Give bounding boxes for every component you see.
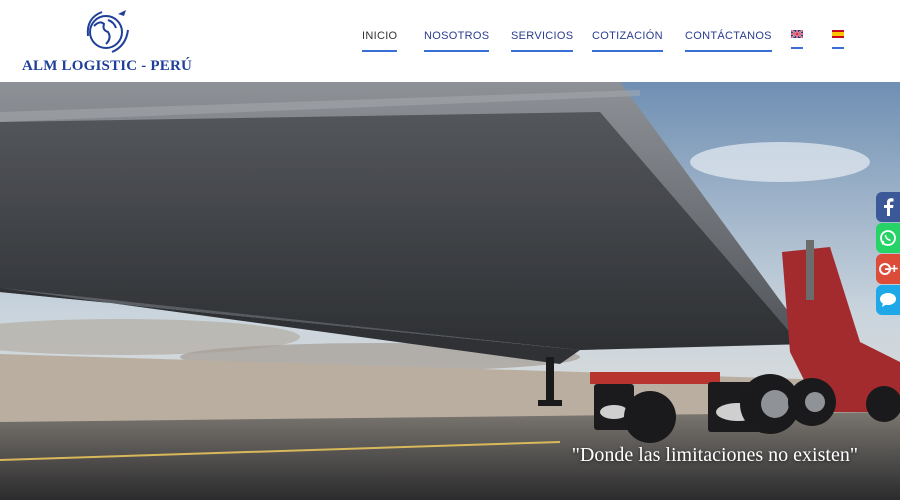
uk-flag-icon: [791, 30, 803, 38]
social-share-bar: [876, 192, 900, 316]
google-plus-icon: [879, 263, 898, 275]
chat-icon: [880, 293, 896, 307]
nav-item-contactanos[interactable]: CONTÁCTANOS: [685, 30, 772, 52]
brand-name: ALM LOGISTIC - PERÚ: [22, 58, 193, 74]
language-english[interactable]: [791, 30, 803, 49]
nav-item-inicio[interactable]: INICIO: [362, 30, 398, 52]
facebook-icon: [884, 198, 894, 216]
language-spanish[interactable]: [832, 30, 844, 49]
nav-item-servicios[interactable]: SERVICIOS: [511, 30, 574, 52]
truck-trailer-image: [0, 82, 900, 500]
facebook-button[interactable]: [876, 192, 900, 222]
nav-item-cotizacion[interactable]: COTIZACIÓN: [592, 30, 663, 52]
whatsapp-button[interactable]: [876, 223, 900, 253]
whatsapp-icon: [880, 230, 896, 246]
hero-banner: "Donde las limitaciones no existen": [0, 82, 900, 500]
google-plus-button[interactable]: [876, 254, 900, 284]
messenger-button[interactable]: [876, 285, 900, 315]
nav-item-nosotros[interactable]: NOSOTROS: [424, 30, 490, 52]
spain-flag-icon: [832, 30, 844, 38]
main-nav: INICIO NOSOTROS SERVICIOS COTIZACIÓN CON…: [0, 30, 900, 56]
site-header: ALM LOGISTIC - PERÚ INICIO NOSOTROS SERV…: [0, 0, 900, 82]
hero-slogan: "Donde las limitaciones no existen": [571, 444, 858, 466]
